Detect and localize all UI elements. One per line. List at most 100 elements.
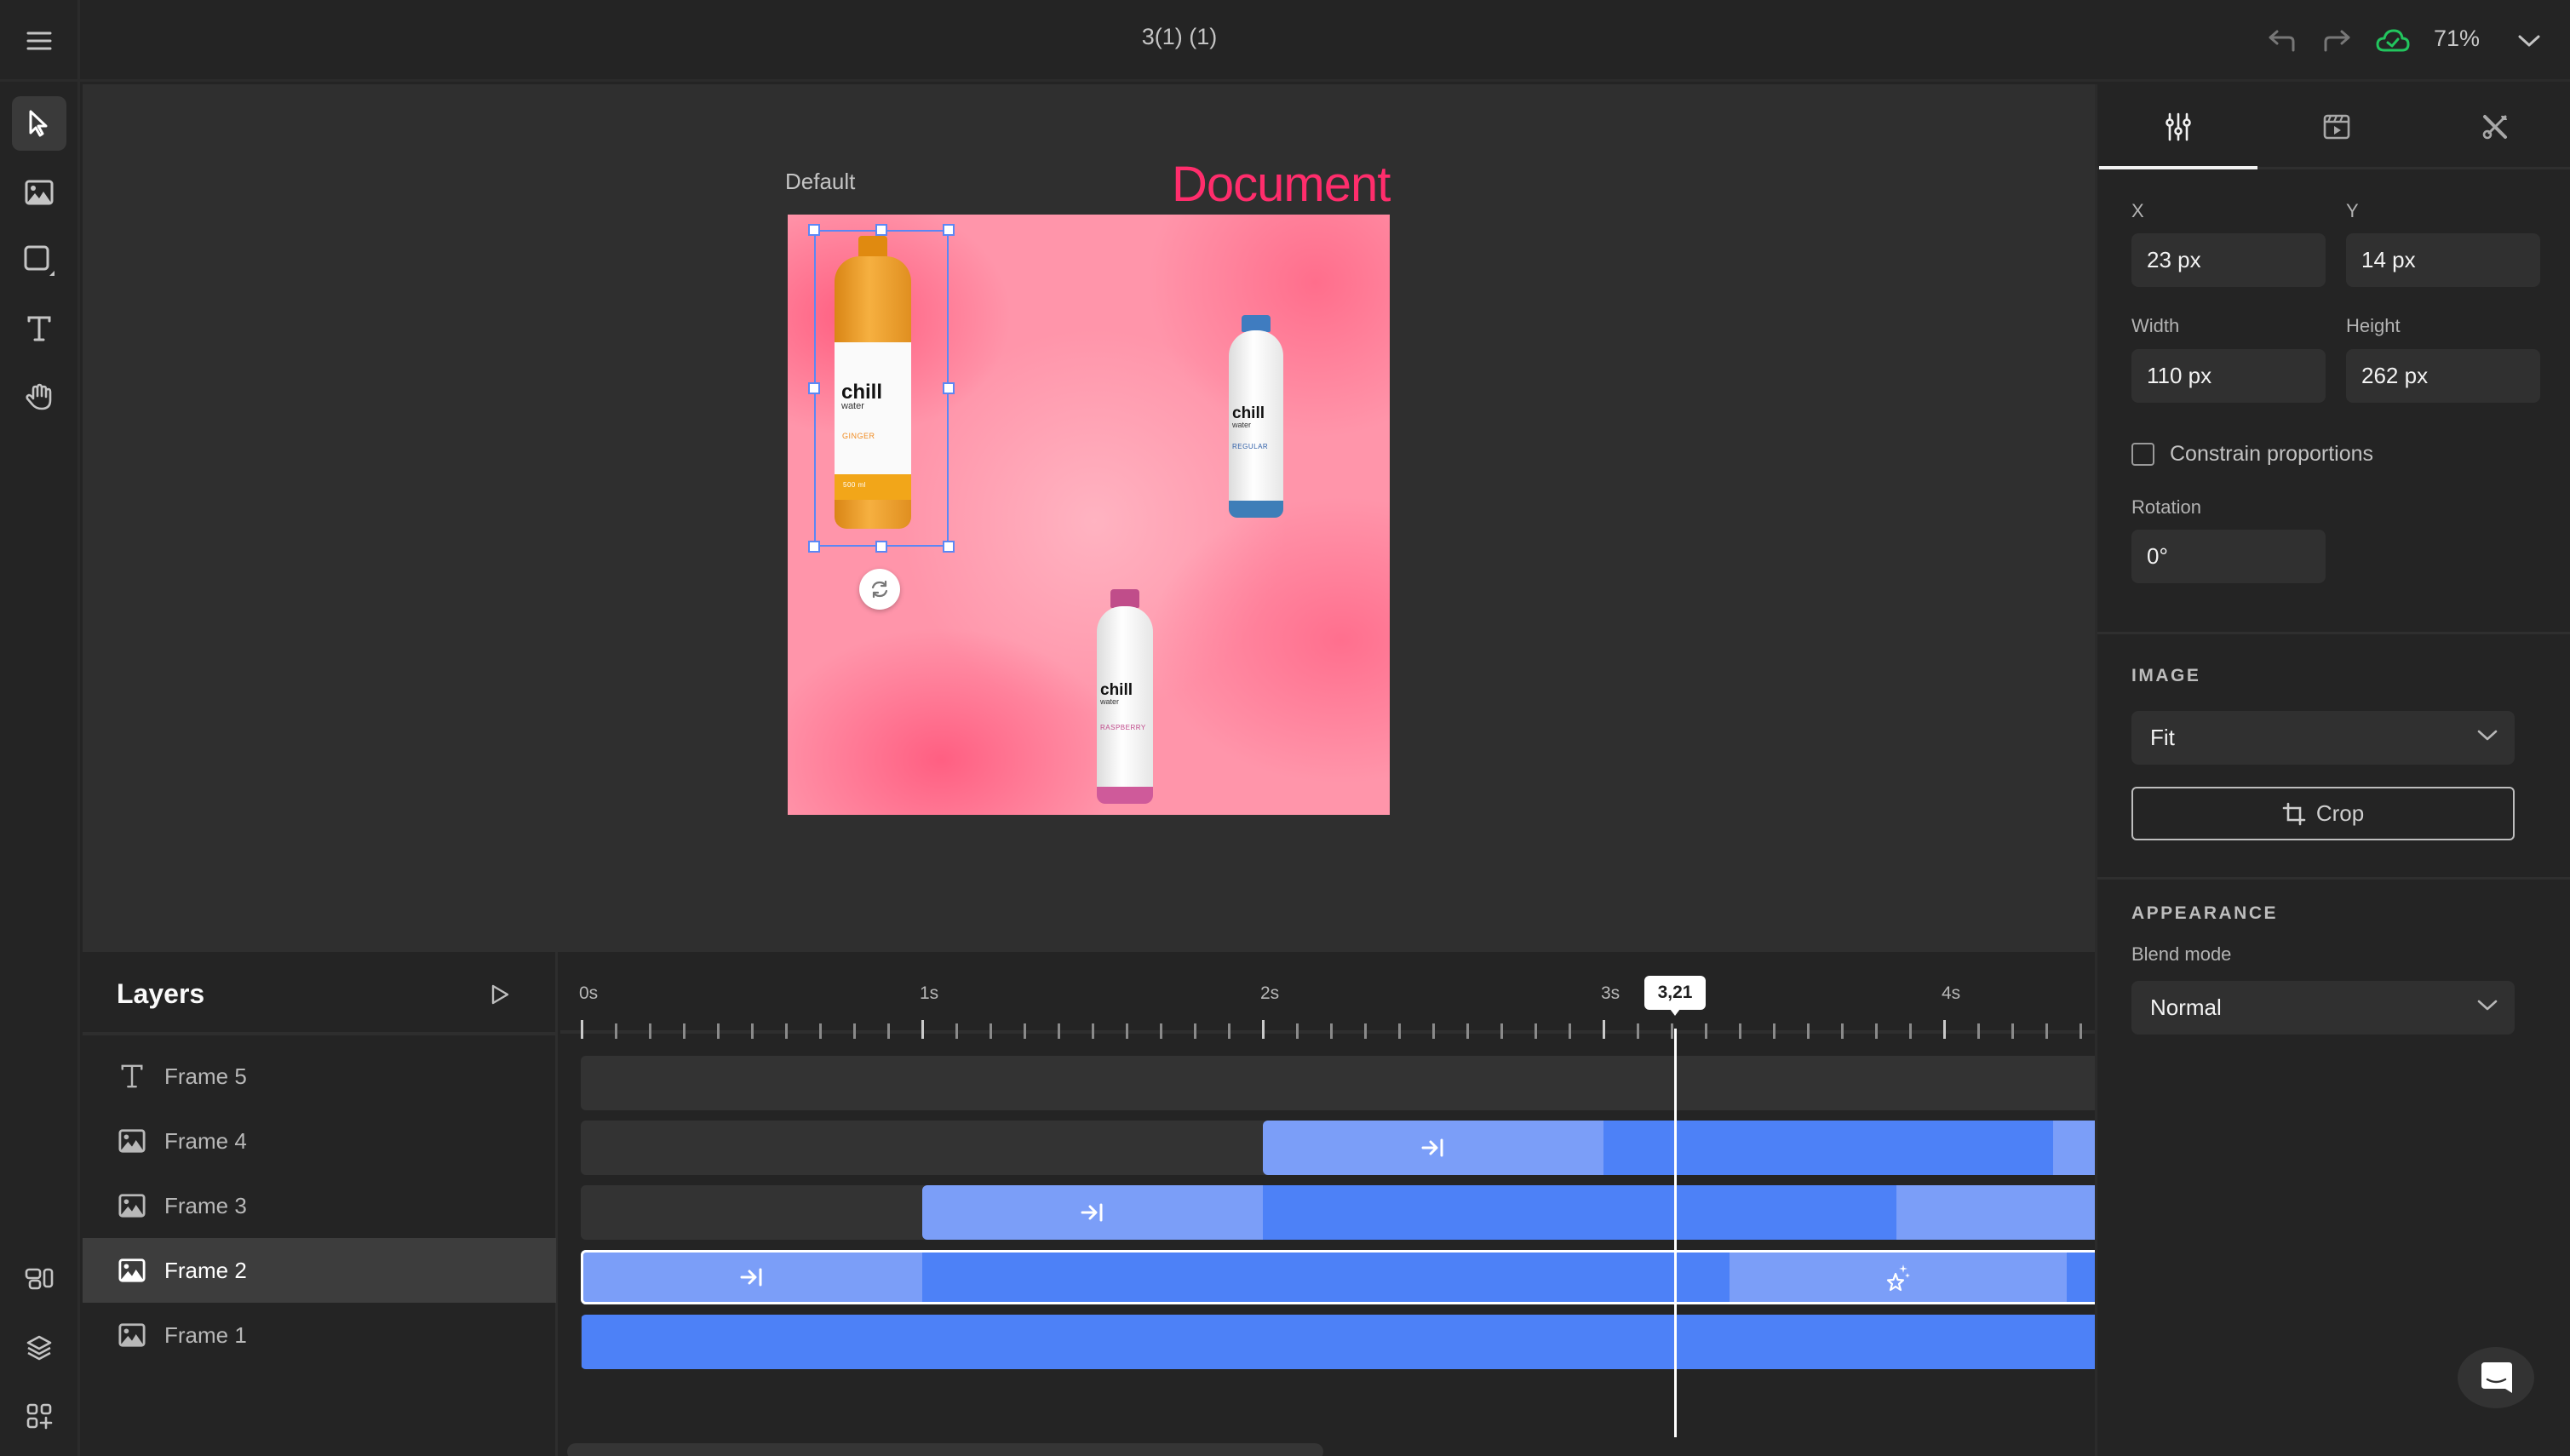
bottle-image-regular[interactable]: chill water REGULAR bbox=[1222, 315, 1290, 528]
hand-tool[interactable] bbox=[12, 370, 66, 424]
save-status-button[interactable] bbox=[2374, 22, 2412, 60]
zoom-dropdown-button[interactable] bbox=[2510, 22, 2548, 60]
timeline-horizontal-scrollbar[interactable] bbox=[567, 1443, 1323, 1456]
play-button[interactable] bbox=[483, 977, 517, 1012]
minor-tick bbox=[1500, 1023, 1503, 1039]
minor-tick bbox=[955, 1023, 958, 1039]
minor-tick bbox=[785, 1023, 788, 1039]
menu-button[interactable] bbox=[0, 0, 80, 82]
resize-handle-bottom[interactable] bbox=[875, 541, 887, 553]
major-tick bbox=[1262, 1020, 1265, 1039]
undo-button[interactable] bbox=[2263, 22, 2301, 60]
width-label: Width bbox=[2131, 315, 2180, 336]
cloud-check-icon bbox=[2376, 29, 2410, 52]
major-tick bbox=[921, 1020, 924, 1039]
resize-handle-bottom-left[interactable] bbox=[808, 541, 820, 553]
time-ruler[interactable]: 0s 1s 2s 3s 4s bbox=[560, 952, 2095, 1039]
chat-button[interactable] bbox=[2458, 1347, 2534, 1408]
zoom-level[interactable]: 71% bbox=[2434, 26, 2480, 52]
bottle-band bbox=[1229, 501, 1283, 518]
timeline-track[interactable] bbox=[581, 1250, 2095, 1304]
layer-item[interactable]: Frame 3 bbox=[83, 1173, 556, 1238]
resize-handle-right[interactable] bbox=[943, 382, 955, 394]
tab-tools[interactable] bbox=[2416, 84, 2570, 169]
width-input[interactable]: 110 px bbox=[2131, 349, 2326, 403]
resize-handle-bottom-right[interactable] bbox=[943, 541, 955, 553]
playhead-line[interactable] bbox=[1674, 1029, 1677, 1437]
artboard-label[interactable]: Default bbox=[785, 169, 855, 195]
document-text-element[interactable]: Document bbox=[1172, 156, 1391, 213]
tab-animation[interactable] bbox=[2257, 84, 2416, 169]
minor-tick bbox=[1398, 1023, 1401, 1039]
redo-button[interactable] bbox=[2318, 22, 2355, 60]
animation-segment[interactable] bbox=[2053, 1121, 2095, 1175]
animation-segment[interactable] bbox=[582, 1250, 922, 1304]
layer-item[interactable]: Frame 5 bbox=[83, 1044, 556, 1109]
constrain-proportions-checkbox[interactable] bbox=[2131, 443, 2154, 466]
timeline-track[interactable] bbox=[581, 1121, 2095, 1175]
templates-button[interactable] bbox=[12, 1252, 66, 1306]
layers-panel: Layers Frame 5 Frame 4 Frame 3 Frame 2 Frame… bbox=[83, 952, 558, 1456]
minor-tick bbox=[1160, 1023, 1162, 1039]
animation-segment[interactable] bbox=[1896, 1185, 2095, 1240]
animation-segment[interactable] bbox=[922, 1185, 1263, 1240]
tab-design[interactable] bbox=[2099, 84, 2257, 169]
clip-segment[interactable] bbox=[582, 1315, 2095, 1369]
resize-handle-top-left[interactable] bbox=[808, 224, 820, 236]
document-title[interactable]: 3(1) (1) bbox=[1064, 24, 1294, 50]
layer-item[interactable]: Frame 2 bbox=[83, 1238, 556, 1303]
bottle-cap bbox=[1110, 589, 1139, 608]
undo-icon bbox=[2269, 30, 2295, 52]
minor-tick bbox=[1296, 1023, 1299, 1039]
image-tool[interactable] bbox=[12, 165, 66, 220]
crop-button[interactable]: Crop bbox=[2131, 787, 2515, 840]
chat-bubble-icon bbox=[2481, 1362, 2512, 1393]
x-input[interactable]: 23 px bbox=[2131, 233, 2326, 287]
resize-handle-left[interactable] bbox=[808, 382, 820, 394]
playhead-time-badge[interactable]: 3,21 bbox=[1644, 976, 1706, 1016]
minor-tick bbox=[1228, 1023, 1231, 1039]
clip-segment[interactable] bbox=[1263, 1185, 1896, 1240]
selection-box[interactable] bbox=[814, 230, 949, 547]
bottle-sub: water bbox=[1100, 697, 1120, 706]
y-label: Y bbox=[2346, 200, 2359, 221]
resize-handle-top-right[interactable] bbox=[943, 224, 955, 236]
section-divider bbox=[2097, 632, 2570, 634]
layers-button[interactable] bbox=[12, 1321, 66, 1375]
clip-segment[interactable] bbox=[922, 1250, 1730, 1304]
y-input[interactable]: 14 px bbox=[2346, 233, 2540, 287]
clip-segment[interactable] bbox=[2067, 1250, 2095, 1304]
clip-segment[interactable] bbox=[1603, 1121, 2053, 1175]
height-input[interactable]: 262 px bbox=[2346, 349, 2540, 403]
timeline-track[interactable] bbox=[581, 1315, 2095, 1369]
layer-item[interactable]: Frame 1 bbox=[83, 1303, 556, 1367]
shape-tool[interactable] bbox=[12, 233, 66, 288]
image-fit-select[interactable]: Fit bbox=[2131, 711, 2515, 765]
select-tool[interactable] bbox=[12, 96, 66, 151]
timeline-track[interactable] bbox=[581, 1056, 2095, 1110]
minor-tick bbox=[1909, 1023, 1912, 1039]
constrain-proportions-label[interactable]: Constrain proportions bbox=[2170, 442, 2373, 467]
layer-item[interactable]: Frame 4 bbox=[83, 1109, 556, 1173]
timeline-track[interactable] bbox=[581, 1185, 2095, 1240]
animation-segment[interactable] bbox=[1730, 1250, 2067, 1304]
rotate-icon bbox=[871, 580, 888, 599]
rotate-handle[interactable] bbox=[859, 569, 900, 610]
layers-header: Layers bbox=[83, 952, 558, 1035]
x-label: X bbox=[2131, 200, 2144, 221]
minor-tick bbox=[751, 1023, 754, 1039]
timeline[interactable]: 0s 1s 2s 3s 4s 3,21 bbox=[560, 952, 2095, 1456]
resize-handle-top[interactable] bbox=[875, 224, 887, 236]
bottle-image-raspberry[interactable]: chill water RASPBERRY bbox=[1090, 589, 1160, 811]
animation-segment[interactable] bbox=[1263, 1121, 1603, 1175]
enter-animation-icon bbox=[1420, 1138, 1446, 1158]
minor-tick bbox=[853, 1023, 856, 1039]
enter-animation-icon bbox=[1080, 1202, 1105, 1223]
rotation-input[interactable]: 0° bbox=[2131, 530, 2326, 583]
add-widgets-button[interactable] bbox=[12, 1389, 66, 1443]
blend-mode-select[interactable]: Normal bbox=[2131, 981, 2515, 1035]
minor-tick bbox=[1807, 1023, 1810, 1039]
minor-tick bbox=[1432, 1023, 1435, 1039]
clapperboard-icon bbox=[2323, 114, 2350, 140]
text-tool[interactable] bbox=[12, 301, 66, 356]
